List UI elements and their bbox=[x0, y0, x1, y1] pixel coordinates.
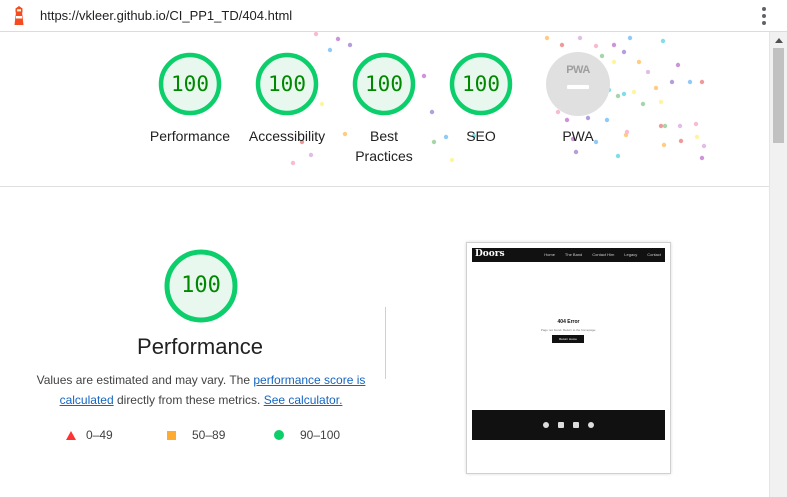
legend-average-label: 50–89 bbox=[192, 428, 226, 442]
accessibility-score: 100 bbox=[268, 72, 306, 96]
instagram-icon bbox=[573, 422, 579, 428]
lighthouse-icon bbox=[14, 6, 24, 25]
thumbnail-nav-link: Contact bbox=[647, 252, 661, 257]
score-summary: 100 Performance 100 Accessibility 100 Be… bbox=[140, 52, 640, 192]
scroll-up-arrow-icon[interactable] bbox=[775, 38, 783, 43]
confetti-dot bbox=[577, 35, 583, 41]
thumbnail-nav-links: Home The Band Contact Him Legacy Contact bbox=[544, 252, 661, 257]
best-practices-gauge: 100 bbox=[352, 52, 416, 116]
thumbnail-button: Return Home bbox=[552, 335, 584, 343]
address-bar: https://vkleer.github.io/CI_PP1_TD/404.h… bbox=[0, 0, 787, 32]
score-accessibility[interactable]: 100 Accessibility bbox=[237, 52, 337, 146]
confetti-dot bbox=[662, 123, 668, 129]
confetti-dot bbox=[677, 123, 683, 129]
thumbnail-nav-link: Contact Him bbox=[592, 252, 615, 257]
legend-pass-label: 90–100 bbox=[300, 428, 341, 442]
confetti-dot bbox=[699, 79, 705, 85]
url-text[interactable]: https://vkleer.github.io/CI_PP1_TD/404.h… bbox=[40, 8, 292, 23]
thumbnail-navbar: Doors Home The Band Contact Him Legacy C… bbox=[472, 248, 665, 262]
performance-description: Values are estimated and may vary. The p… bbox=[36, 370, 366, 410]
final-screenshot-thumbnail[interactable]: Doors Home The Band Contact Him Legacy C… bbox=[466, 242, 671, 474]
confetti-dot bbox=[694, 134, 700, 140]
confetti-dot bbox=[645, 69, 651, 75]
confetti-dot bbox=[627, 35, 633, 41]
confetti-dot bbox=[640, 101, 646, 107]
confetti-dot bbox=[593, 43, 599, 49]
see-calculator-link[interactable]: See calculator. bbox=[264, 393, 343, 407]
pwa-badge-icon: PWA bbox=[546, 52, 610, 116]
thumbnail-logo: Doors bbox=[475, 249, 505, 259]
legend-average: 50–89 bbox=[167, 428, 225, 442]
thumbnail-heading: 404 Error bbox=[557, 319, 580, 325]
legend-fail: 0–49 bbox=[66, 428, 113, 442]
seo-gauge: 100 bbox=[449, 52, 513, 116]
pwa-badge-text: PWA bbox=[566, 64, 590, 76]
confetti-dot bbox=[611, 42, 617, 48]
score-seo[interactable]: 100 SEO bbox=[431, 52, 531, 146]
average-square-icon bbox=[167, 430, 176, 440]
confetti-dot bbox=[658, 99, 664, 105]
score-pwa[interactable]: PWA PWA bbox=[528, 52, 628, 146]
confetti-dot bbox=[335, 36, 341, 42]
section-divider bbox=[0, 186, 769, 187]
confetti-dot bbox=[701, 143, 707, 149]
confetti-dot bbox=[661, 142, 667, 148]
more-menu-icon[interactable] bbox=[761, 7, 767, 25]
confetti-dot bbox=[660, 38, 666, 44]
facebook-icon bbox=[543, 422, 549, 428]
thumbnail-nav-link: Home bbox=[544, 252, 555, 257]
thumbnail-footer bbox=[472, 410, 665, 440]
scrollbar-thumb[interactable] bbox=[773, 48, 784, 143]
performance-detail-gauge: 100 bbox=[164, 249, 238, 323]
description-middle: directly from these metrics. bbox=[113, 393, 264, 407]
performance-label: Performance bbox=[149, 128, 231, 144]
performance-detail-score: 100 bbox=[181, 273, 221, 298]
best-practices-label: Best Practices bbox=[355, 128, 413, 164]
spotify-icon bbox=[588, 422, 594, 428]
score-best-practices[interactable]: 100 Best Practices bbox=[334, 52, 434, 166]
confetti-dot bbox=[699, 155, 705, 161]
confetti-dot bbox=[675, 62, 681, 68]
legend-fail-label: 0–49 bbox=[86, 428, 113, 442]
confetti-dot bbox=[653, 85, 659, 91]
thumbnail-nav-link: Legacy bbox=[624, 252, 638, 257]
confetti-dot bbox=[687, 79, 693, 85]
performance-gauge: 100 bbox=[158, 52, 222, 116]
seo-label: SEO bbox=[466, 128, 496, 144]
legend-pass: 90–100 bbox=[274, 428, 340, 442]
score-legend: 0–49 50–89 90–100 bbox=[60, 428, 360, 448]
pwa-label: PWA bbox=[562, 128, 594, 144]
youtube-icon bbox=[558, 422, 564, 428]
confetti-dot bbox=[669, 79, 675, 85]
description-prefix: Values are estimated and may vary. The bbox=[36, 373, 254, 387]
score-performance[interactable]: 100 Performance bbox=[140, 52, 240, 146]
accessibility-gauge: 100 bbox=[255, 52, 319, 116]
accessibility-label: Accessibility bbox=[248, 128, 326, 144]
performance-score: 100 bbox=[171, 72, 209, 96]
vertical-scrollbar[interactable] bbox=[769, 32, 787, 497]
vertical-divider bbox=[385, 307, 386, 379]
best-practices-score: 100 bbox=[365, 72, 403, 96]
seo-score: 100 bbox=[462, 72, 500, 96]
performance-title: Performance bbox=[137, 334, 263, 359]
confetti-dot bbox=[678, 138, 684, 144]
confetti-dot bbox=[544, 35, 550, 41]
thumbnail-nav-link: The Band bbox=[564, 252, 583, 257]
confetti-dot bbox=[559, 42, 565, 48]
confetti-dot bbox=[658, 123, 664, 129]
report-content: 100 Performance 100 Accessibility 100 Be… bbox=[0, 32, 769, 497]
confetti-dot bbox=[347, 42, 353, 48]
thumbnail-subtext: Page not found. Return to the homepage. bbox=[540, 328, 597, 332]
confetti-dot bbox=[693, 121, 699, 127]
confetti-dot bbox=[313, 32, 319, 37]
pass-circle-icon bbox=[274, 430, 284, 440]
fail-triangle-icon bbox=[66, 430, 76, 440]
